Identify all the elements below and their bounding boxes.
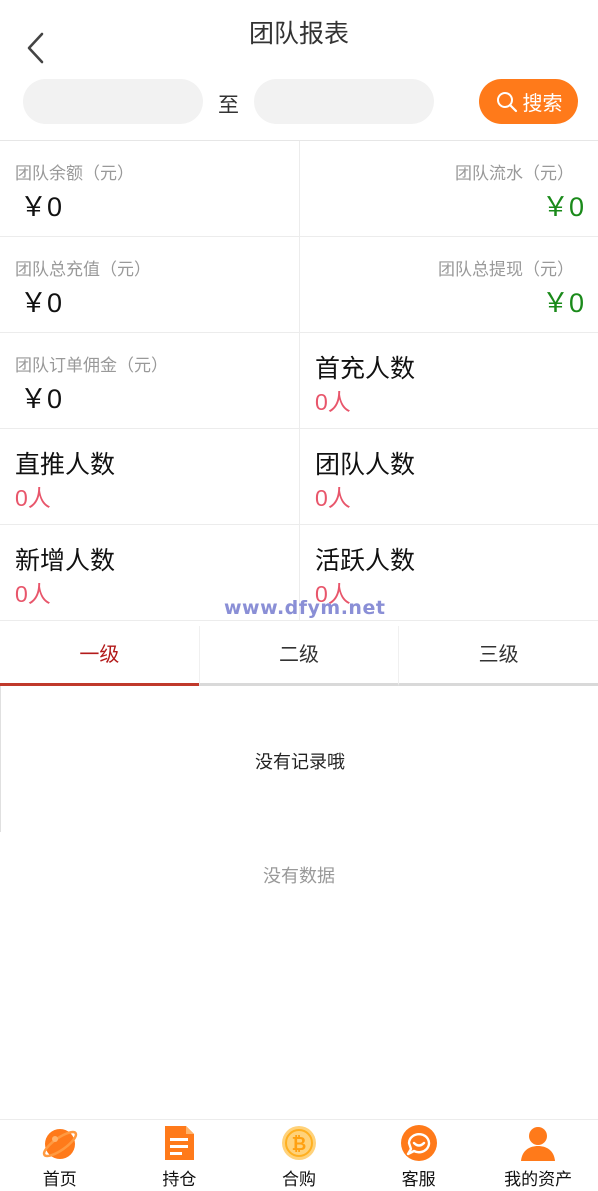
stat-label: 团队人数 [315,451,416,479]
stat-value: 0人 [15,581,51,607]
search-icon [496,91,517,112]
bitcoin-icon: ₿ [281,1126,316,1160]
stat-team-flow: 团队流水（元） ￥0 [299,141,598,237]
tabbar-item-support[interactable]: 客服 [359,1120,479,1191]
tab-level-1[interactable]: 一级 [0,626,199,686]
stat-team-commission: 团队订单佣金（元） ￥0 [0,333,299,429]
stat-team-withdraw: 团队总提现（元） ￥0 [299,237,598,333]
no-data-text: 没有数据 [263,866,335,886]
home-planet-icon [42,1129,77,1159]
stat-value: ￥0 [20,384,63,414]
tabbar-item-home[interactable]: 首页 [0,1120,120,1191]
bottom-tabbar: 首页 持仓 ₿ 合购 客服 我的资产 [0,1119,598,1191]
start-date-input[interactable] [23,79,203,124]
watermark: www.dfym.net [224,597,386,619]
stat-label: 团队余额（元） [15,164,134,183]
stat-label: 团队总充值（元） [15,260,151,279]
tabbar-label: 首页 [42,1170,77,1189]
date-separator: 至 [218,94,239,117]
stat-label: 团队总提现（元） [438,260,574,279]
chat-icon [400,1125,437,1161]
tabbar-label: 我的资产 [504,1170,573,1189]
tab-level-2[interactable]: 二级 [198,626,399,686]
search-button[interactable]: 搜索 [479,79,578,124]
stat-value: ￥0 [20,288,63,318]
stat-team-recharge: 团队总充值（元） ￥0 [0,237,299,333]
stat-label: 直推人数 [15,451,116,479]
level-tabs: 一级 二级 三级 [0,626,598,686]
tabbar-label: 合购 [281,1170,316,1189]
empty-message: 没有记录哦 [255,752,345,772]
records-list: 没有记录哦 [0,686,598,832]
tabbar-item-my-assets[interactable]: 我的资产 [478,1120,598,1191]
stat-label: 团队订单佣金（元） [15,356,168,375]
stat-team-balance: 团队余额（元） ￥0 [0,141,299,237]
stat-team-members: 团队人数 0人 [299,429,598,525]
stat-label: 活跃人数 [315,547,416,575]
tabbar-label: 客服 [401,1170,436,1189]
stat-value: ￥0 [20,192,63,222]
page-title: 团队报表 [248,20,349,48]
stat-value: 0人 [315,485,351,511]
tab-level-3[interactable]: 三级 [398,626,598,686]
tabbar-item-group-buy[interactable]: ₿ 合购 [239,1120,359,1191]
document-icon [165,1126,195,1160]
header: 团队报表 至 搜索 [0,0,598,140]
search-button-label: 搜索 [522,93,563,115]
stat-value: ￥0 [541,192,584,222]
stats-grid: 团队余额（元） ￥0 团队流水（元） ￥0 团队总充值（元） ￥0 团队总提现（… [0,140,598,621]
stat-label: 新增人数 [15,547,116,575]
stat-direct-referrals: 直推人数 0人 [0,429,299,525]
svg-text:₿: ₿ [292,1134,307,1155]
user-icon [521,1127,556,1161]
stat-value: ￥0 [541,288,584,318]
tabbar-item-positions[interactable]: 持仓 [120,1120,240,1191]
stat-value: 0人 [315,389,351,415]
stat-value: 0人 [15,485,51,511]
end-date-input[interactable] [254,79,434,124]
stat-label: 团队流水（元） [455,164,574,183]
tabbar-label: 持仓 [162,1170,197,1189]
stat-first-recharge: 首充人数 0人 [299,333,598,429]
stat-label: 首充人数 [315,355,416,383]
